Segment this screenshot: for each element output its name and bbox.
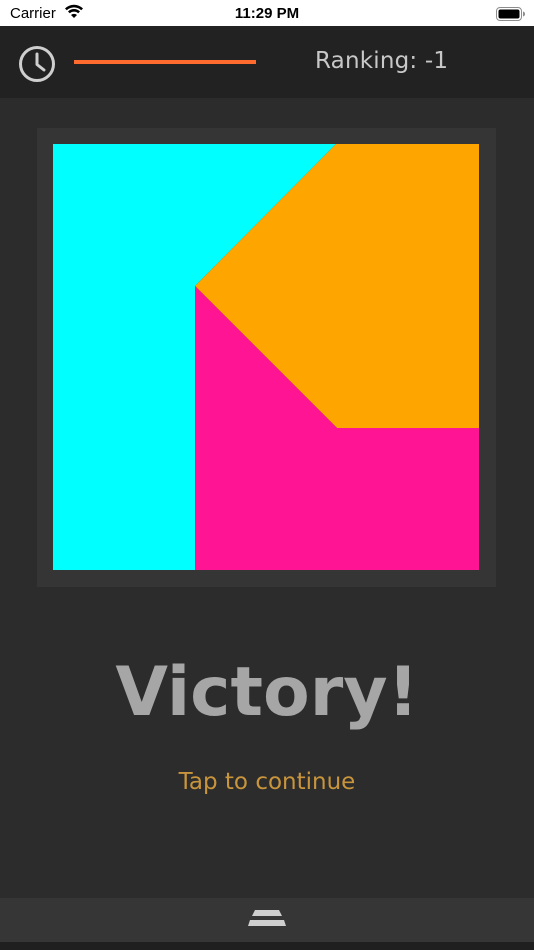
- battery-icon: [496, 6, 526, 25]
- timer-progress-fill: [74, 60, 256, 64]
- ranking-label: Ranking: -1: [315, 48, 449, 74]
- timer-progress-bar: [74, 60, 256, 64]
- bottom-bar[interactable]: [0, 898, 534, 942]
- tap-to-continue-button[interactable]: Tap to continue: [0, 767, 534, 797]
- clock-icon: [17, 44, 57, 88]
- victory-title: Victory!: [115, 653, 419, 732]
- game-header: Ranking: -1: [0, 26, 534, 98]
- status-time: 11:29 PM: [234, 5, 300, 22]
- puzzle-board[interactable]: [53, 144, 479, 570]
- status-bar: Carrier 11:29 PM: [0, 0, 534, 26]
- menu-handle-icon[interactable]: [245, 909, 289, 935]
- game-screen: Carrier 11:29 PM Ranking: -1 Victory! Ta…: [0, 0, 534, 950]
- home-indicator-area: [0, 942, 534, 950]
